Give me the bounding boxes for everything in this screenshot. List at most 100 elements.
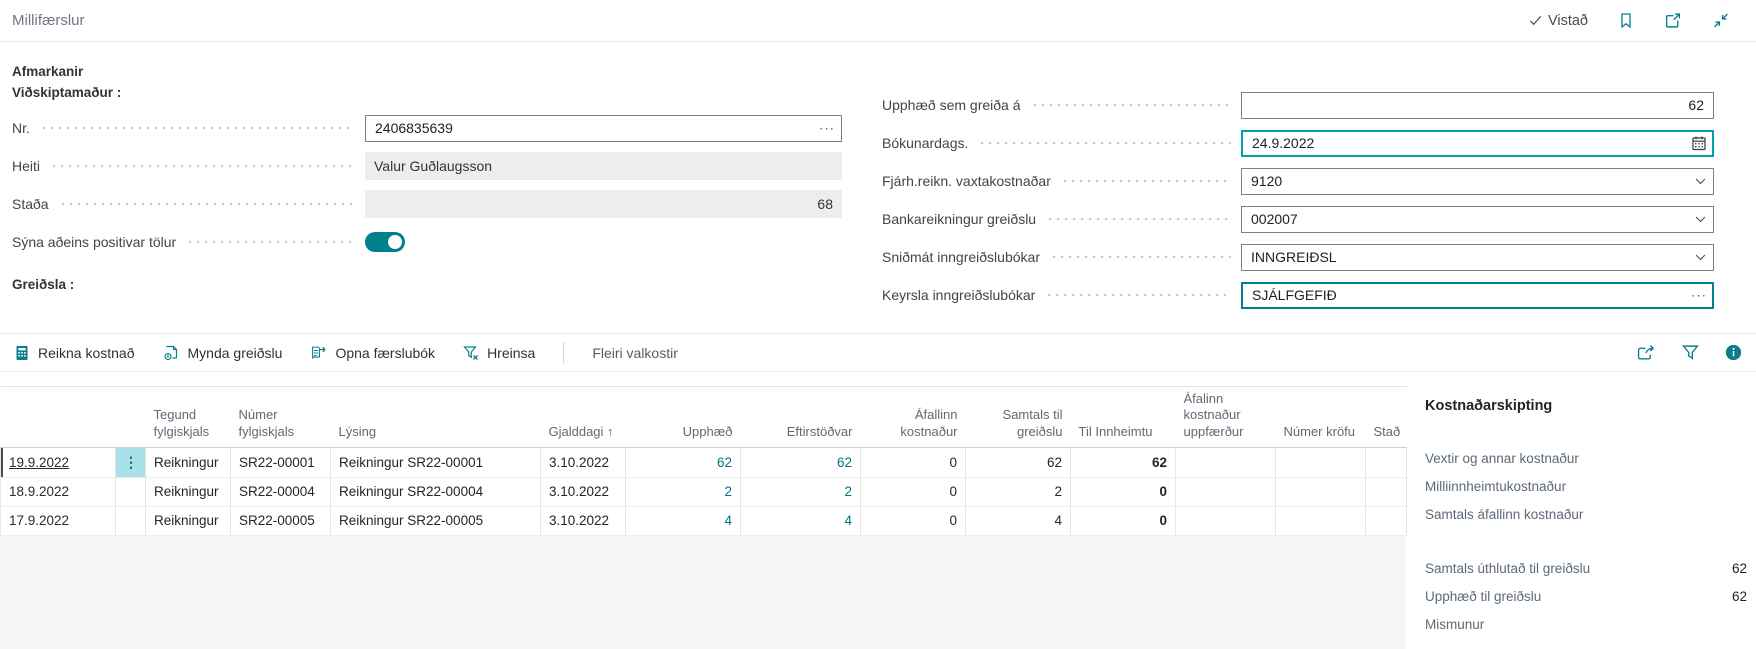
col-header-due-date[interactable]: Gjalddagi ↑ [541, 387, 626, 448]
factbox-total-line: Upphæð til greiðslu 62 [1425, 582, 1747, 610]
action-toolbar: Reikna kostnað Mynda greiðslu Opna færsl… [0, 333, 1756, 372]
status-cell [1366, 477, 1407, 506]
col-header-accrued-cost[interactable]: Áfallinn kostnaður [861, 387, 966, 448]
col-header-description[interactable]: Lýsing [331, 387, 541, 448]
journal-template-select[interactable]: INNGREIÐSL [1241, 244, 1714, 271]
total-to-pay-cell: 2 [966, 477, 1071, 506]
claim-no-cell [1276, 477, 1366, 506]
customer-no-input[interactable] [365, 115, 842, 142]
journal-template-label: Sniðmát inngreiðslubókar [882, 249, 1040, 265]
positive-toggle-label: Sýna aðeins positivar tölur [12, 234, 176, 250]
positive-only-toggle[interactable] [365, 232, 405, 252]
clear-filter-button[interactable]: Hreinsa [463, 345, 535, 361]
description-cell: Reikningur SR22-00005 [331, 506, 541, 535]
journal-batch-label: Keyrsla inngreiðslubókar [882, 287, 1035, 303]
factbox-line: Vextir og annar kostnaður [1425, 444, 1747, 472]
filter-icon[interactable] [1682, 344, 1699, 361]
calculate-costs-label: Reikna kostnað [38, 345, 135, 361]
remaining-link[interactable]: 62 [837, 455, 852, 470]
col-header-amount[interactable]: Upphæð [626, 387, 741, 448]
claim-no-cell [1276, 506, 1366, 535]
entries-table: Tegund fylgiskjals Númer fylgiskjals Lýs… [0, 386, 1407, 536]
difference-label: Mismunur [1425, 617, 1484, 632]
total-accrued-cost-label: Samtals áfallinn kostnaður [1425, 507, 1583, 522]
total-allocated-value: 62 [1732, 561, 1747, 576]
page-title: Millifærslur [12, 12, 85, 29]
bank-account-label: Bankareikningur greiðslu [882, 211, 1036, 227]
factbox-line: Samtals áfallinn kostnaður [1425, 500, 1747, 528]
to-collect-cell: 62 [1071, 447, 1176, 477]
col-header-accrued-updated[interactable]: Áfalinn kostnaður uppfærður [1176, 387, 1276, 448]
interest-account-value: 9120 [1251, 173, 1282, 189]
clear-filter-label: Hreinsa [487, 345, 535, 361]
col-header-total-to-pay[interactable]: Samtals til greiðslu [966, 387, 1071, 448]
amount-link[interactable]: 62 [717, 455, 732, 470]
customer-lookup-ellipsis-icon[interactable]: ··· [819, 122, 835, 135]
bookmark-icon[interactable] [1618, 12, 1634, 29]
open-journal-button[interactable]: Opna færslubók [310, 345, 435, 361]
remaining-link[interactable]: 4 [844, 513, 852, 528]
journal-batch-lookup-ellipsis-icon[interactable]: ··· [1691, 289, 1707, 302]
dotted-leader [40, 126, 355, 130]
calendar-icon[interactable] [1691, 135, 1707, 151]
info-icon[interactable] [1725, 344, 1742, 361]
chevron-down-icon [1694, 213, 1707, 226]
amount-to-pay-total-label: Upphæð til greiðslu [1425, 589, 1541, 604]
col-header-to-collect[interactable]: Til Innheimtu [1071, 387, 1176, 448]
calculate-costs-button[interactable]: Reikna kostnað [14, 345, 135, 361]
factbox-total-line: Samtals úthlutað til greiðslu 62 [1425, 554, 1747, 582]
col-header-claim-no[interactable]: Númer kröfu [1276, 387, 1366, 448]
factbox-title: Kostnaðarskipting [1425, 398, 1747, 414]
bank-account-value: 002007 [1251, 211, 1298, 227]
bank-account-select[interactable]: 002007 [1241, 206, 1714, 233]
dotted-leader [1031, 103, 1231, 107]
accrued-cost-cell: 0 [861, 477, 966, 506]
col-header-remaining[interactable]: Eftirstöðvar [741, 387, 861, 448]
dotted-leader [1046, 217, 1231, 221]
open-journal-label: Opna færslubók [335, 345, 435, 361]
field-row-stada: Staða 68 [12, 185, 842, 223]
intermediate-collection-cost-label: Milliinnheimtukostnaður [1425, 479, 1566, 494]
col-header-doc-no[interactable]: Númer fylgiskjals [231, 387, 331, 448]
open-in-new-window-icon[interactable] [1664, 12, 1682, 29]
create-payment-label: Mynda greiðslu [188, 345, 283, 361]
status-cell [1366, 447, 1407, 477]
filters-section: Afmarkanir Viðskiptamaður : Nr. ··· Heit… [12, 64, 842, 296]
remaining-link[interactable]: 2 [844, 484, 852, 499]
journal-batch-input[interactable] [1241, 282, 1714, 309]
accrued-updated-cell [1176, 477, 1276, 506]
col-header-doc-type[interactable]: Tegund fylgiskjals [146, 387, 231, 448]
status-cell [1366, 506, 1407, 535]
collapse-window-icon[interactable] [1712, 12, 1730, 29]
doc-type-cell: Reikningur [146, 506, 231, 535]
field-row-interest-account: Fjárh.reikn. vaxtakostnaðar 9120 [882, 162, 1714, 200]
row-menu-cell[interactable]: ⋮ [116, 447, 146, 477]
posting-date-input[interactable] [1241, 130, 1714, 157]
table-row: 18.9.2022 Reikningur SR22-00004 Reikning… [1, 477, 1407, 506]
status-field: 68 [365, 190, 842, 218]
due-date-cell: 3.10.2022 [541, 477, 626, 506]
entry-date-link[interactable]: 19.9.2022 [9, 455, 69, 470]
accrued-cost-cell: 0 [861, 506, 966, 535]
entries-grid-area: Tegund fylgiskjals Númer fylgiskjals Lýs… [0, 386, 1406, 649]
heiti-label: Heiti [12, 158, 40, 174]
amount-link[interactable]: 2 [724, 484, 732, 499]
amount-link[interactable]: 4 [724, 513, 732, 528]
dotted-leader [1061, 179, 1231, 183]
row-menu-cell[interactable] [116, 477, 146, 506]
interest-account-select[interactable]: 9120 [1241, 168, 1714, 195]
share-icon[interactable] [1637, 344, 1656, 361]
row-menu-cell[interactable] [116, 506, 146, 535]
payment-section: Upphæð sem greiða á Bókunardags. Fjárh.r… [882, 86, 1714, 314]
col-header-date [1, 387, 116, 448]
col-header-status[interactable]: Stað [1366, 387, 1407, 448]
entry-date-link[interactable]: 18.9.2022 [9, 484, 69, 499]
interest-other-cost-label: Vextir og annar kostnaður [1425, 451, 1579, 466]
amount-to-pay-input[interactable] [1241, 92, 1714, 119]
more-options-button[interactable]: Fleiri valkostir [592, 345, 678, 361]
factbox-total-line: Mismunur [1425, 610, 1747, 638]
dotted-leader [186, 240, 355, 244]
create-payment-button[interactable]: Mynda greiðslu [163, 345, 283, 361]
payment-group-label: Greiðsla : [12, 277, 842, 296]
entry-date-link[interactable]: 17.9.2022 [9, 513, 69, 528]
